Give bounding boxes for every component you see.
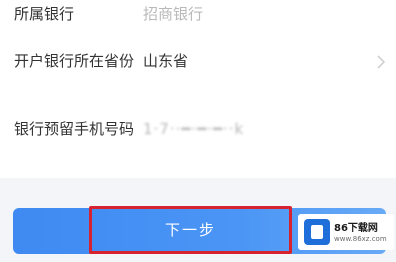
bank-value: 招商银行: [143, 5, 204, 23]
watermark-url: www.86xz.com: [334, 235, 387, 243]
next-step-label: 下一步: [164, 221, 216, 239]
bank-label: 所属银行: [14, 5, 75, 23]
province-label: 开户银行所在省份: [14, 52, 135, 70]
watermark-title: 86下载网: [334, 223, 378, 234]
phone-label: 银行预留手机号码: [14, 120, 135, 138]
logo-icon: [304, 219, 330, 245]
chevron-right-icon[interactable]: [376, 55, 386, 69]
watermark-logo: 86下载网 www.86xz.com: [298, 214, 394, 250]
logo-icon-inner: [311, 225, 323, 239]
bank-info-card: 所属银行 招商银行 开户银行所在省份 山东省 银行预留手机号码 1·7··━·━…: [0, 0, 396, 178]
phone-value-redacted[interactable]: 1·7··━·━·━··k: [143, 118, 244, 140]
province-selector[interactable]: 山东省: [143, 50, 188, 72]
